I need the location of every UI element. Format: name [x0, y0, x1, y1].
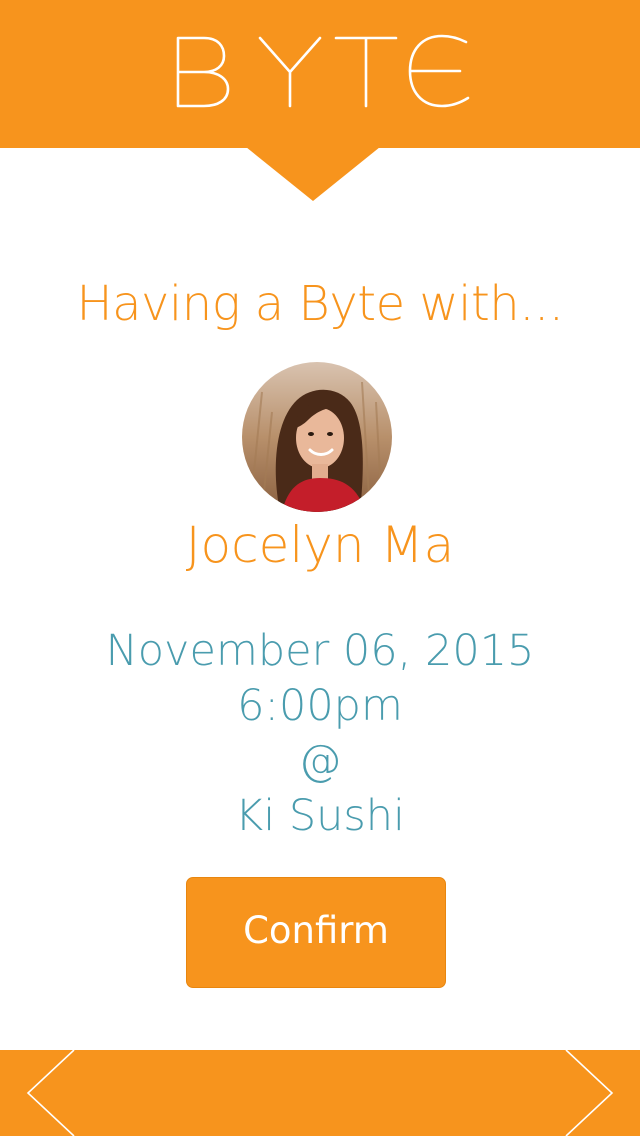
header-bar [0, 0, 640, 148]
avatar [242, 362, 392, 512]
meeting-date: November 06, 2015 [105, 626, 535, 676]
header-notch [246, 147, 380, 201]
chevron-left-icon[interactable] [22, 1050, 82, 1136]
at-symbol: @ [298, 736, 342, 786]
profile-photo [242, 362, 392, 512]
match-name: Jocelyn Ma [185, 516, 455, 574]
footer-bar [0, 1050, 640, 1136]
confirm-button[interactable]: Confirm [186, 877, 446, 988]
meeting-location: Ki Sushi [235, 791, 405, 841]
screen: Having a Byte with... Jocelyn Ma Novembe… [0, 0, 640, 1136]
chevron-right-icon[interactable] [558, 1050, 618, 1136]
byte-logo [176, 34, 470, 108]
page-heading: Having a Byte with... [76, 276, 564, 332]
meeting-details: November 06, 2015 6:00pm @ Ki Sushi [0, 624, 640, 844]
meeting-time: 6:00pm [237, 681, 403, 731]
